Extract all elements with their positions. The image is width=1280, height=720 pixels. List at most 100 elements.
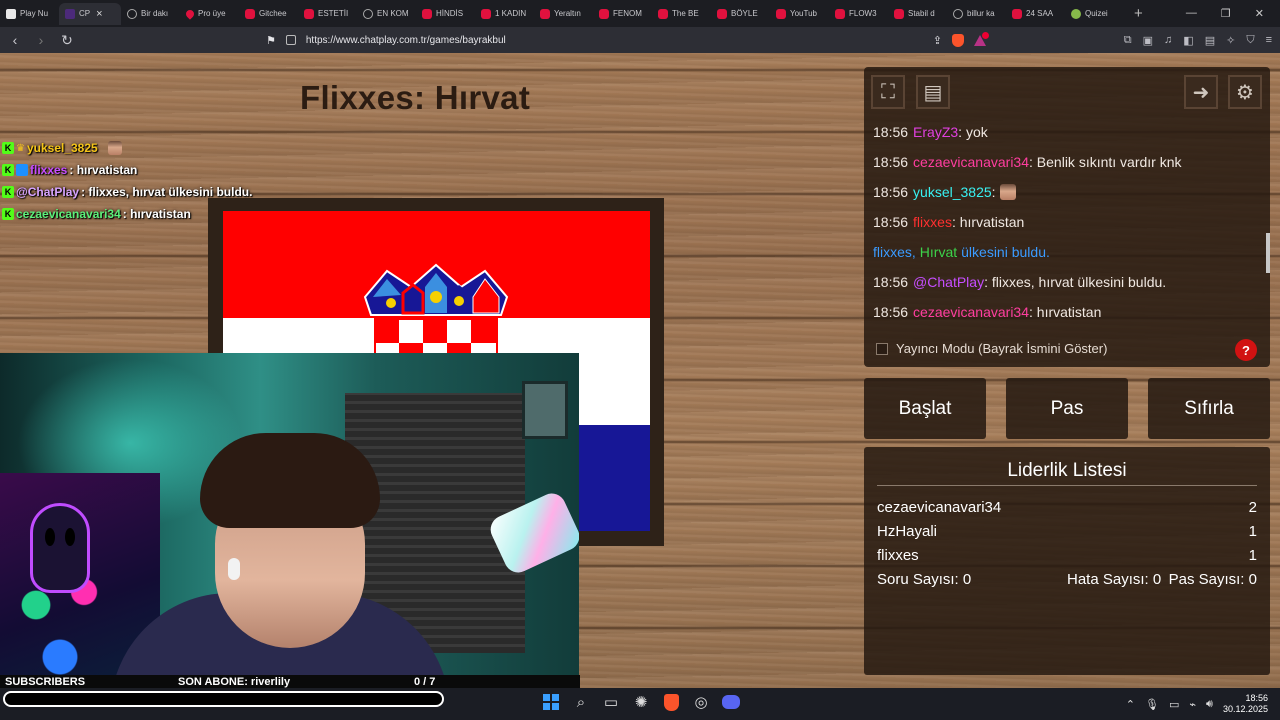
browser-tab[interactable]: ESTETİI — [298, 3, 357, 25]
help-button[interactable]: ? — [1235, 339, 1257, 361]
yt-favicon-icon — [304, 8, 314, 19]
tab-label: The BE — [672, 9, 699, 18]
wallet-icon[interactable]: ▤ — [1205, 34, 1215, 47]
tab-label: FLOW3 — [849, 9, 877, 18]
pin-favicon-icon — [184, 7, 196, 20]
close-tab-icon[interactable]: × — [96, 8, 102, 20]
tab-label: Stabil d — [908, 9, 935, 18]
browser-tab[interactable]: BÖYLE — [711, 3, 770, 25]
yt-favicon-icon — [245, 8, 255, 19]
tab-label: Pro üye — [198, 9, 226, 18]
message-time: 18:56 — [873, 274, 909, 290]
bookmark-icon[interactable]: ⚑ — [266, 34, 276, 47]
brave-rewards-icon[interactable] — [974, 31, 989, 46]
browser-tab[interactable]: Pro üye — [180, 3, 239, 25]
system-clock[interactable]: 18:56 30.12.2025 — [1223, 693, 1268, 715]
url-text[interactable]: https://www.chatplay.com.tr/games/bayrak… — [306, 35, 506, 46]
tab-label: Gitchee — [259, 9, 287, 18]
chat-username[interactable]: yuksel_3825 — [913, 184, 992, 200]
new-tab-button[interactable]: + — [1124, 5, 1153, 22]
pass-button[interactable]: Pas — [1006, 378, 1128, 439]
chat-message: 18:56 ErayZ3: yok — [873, 117, 1263, 147]
microphone-icon[interactable]: 🎙︎ — [1145, 698, 1159, 711]
browser-tab[interactable]: Quizei — [1065, 3, 1124, 25]
browser-tab[interactable]: EN KOM — [357, 3, 416, 25]
streamer-mode-checkbox[interactable] — [876, 342, 888, 355]
browser-tab[interactable]: 1 KADIN — [475, 3, 534, 25]
chatgpt-icon[interactable]: ✺ — [631, 692, 651, 712]
url-field[interactable]: ⚑ https://www.chatplay.com.tr/games/bayr… — [266, 29, 989, 51]
browser-tab[interactable]: billur ka — [947, 3, 1006, 25]
screenshot-icon[interactable]: ▣ — [1143, 34, 1153, 47]
notes-icon[interactable]: ▤ — [916, 75, 950, 109]
browser-tab[interactable]: FLOW3 — [829, 3, 888, 25]
tab-label: BÖYLE — [731, 9, 758, 18]
wall-frame — [522, 381, 568, 439]
overlay-chat-line: Kflixxes: hırvatistan — [2, 159, 252, 181]
kick-badge-icon: K — [2, 164, 14, 176]
display-icon[interactable]: ▭ — [1169, 698, 1179, 711]
reset-button[interactable]: Sıfırla — [1148, 378, 1270, 439]
chat-message: 18:56 @ChatPlay: flixxes, hırvat ülkesini… — [873, 267, 1263, 297]
brave-browser-icon[interactable] — [661, 692, 681, 712]
browser-tab[interactable]: HİNDİS — [416, 3, 475, 25]
brave-shields-icon[interactable] — [952, 33, 964, 47]
reload-icon[interactable]: ↻ — [60, 32, 74, 49]
media-icon[interactable]: ♫ — [1164, 34, 1172, 47]
message-text: : hırvatistan — [951, 214, 1025, 230]
message-time: 18:56 — [873, 124, 909, 140]
close-icon[interactable]: ✕ — [1255, 7, 1264, 20]
crown-icon: ♛ — [16, 142, 25, 154]
browser-tab[interactable]: YouTub — [770, 3, 829, 25]
tab-label: HİNDİS — [436, 9, 464, 18]
start-button[interactable]: Başlat — [864, 378, 986, 439]
network-icon[interactable]: ⌁ — [1189, 698, 1196, 711]
discord-icon[interactable] — [721, 692, 741, 712]
vpn-icon[interactable]: ⛉ — [1246, 34, 1254, 47]
chat-username[interactable]: cezaevicanavari34 — [913, 154, 1029, 170]
back-icon[interactable]: ‹ — [8, 32, 22, 48]
forward-icon[interactable]: › — [34, 32, 48, 48]
overlay-username: @ChatPlay — [16, 185, 80, 199]
browser-tab[interactable]: Bir dakı — [121, 3, 180, 25]
sidebar-icon[interactable]: ◧ — [1183, 34, 1193, 47]
browser-tab[interactable]: The BE — [652, 3, 711, 25]
exit-icon[interactable]: ➜ — [1184, 75, 1218, 109]
browser-tab[interactable]: CP × — [59, 2, 121, 25]
browser-tab[interactable]: Play Nu — [0, 3, 59, 25]
browser-tab[interactable]: Yeraltın — [534, 3, 593, 25]
share-icon[interactable]: ⇪ — [933, 34, 942, 47]
browser-tab[interactable]: Stabil d — [888, 3, 947, 25]
obs-icon[interactable]: ◎ — [691, 692, 711, 712]
browser-tab[interactable]: FENOM — [593, 3, 652, 25]
ghost-eye — [65, 528, 75, 546]
fullscreen-icon[interactable]: ⛶ — [871, 75, 905, 109]
windows-start-icon[interactable] — [541, 692, 561, 712]
rewards-badge — [982, 31, 989, 39]
chat-username[interactable]: ErayZ3 — [913, 124, 958, 140]
leo-icon[interactable]: ✧ — [1226, 34, 1235, 47]
list-item: HzHayali 1 — [877, 519, 1257, 543]
chat-username[interactable]: @ChatPlay — [913, 274, 984, 290]
gear-icon[interactable]: ⚙ — [1228, 75, 1262, 109]
task-view-icon[interactable]: ▭ — [601, 692, 621, 712]
maximize-icon[interactable]: ❐ — [1221, 7, 1231, 20]
menu-icon[interactable]: ≡ — [1266, 34, 1272, 47]
chevron-up-icon[interactable]: ⌃ — [1126, 698, 1135, 711]
tab-label: Play Nu — [20, 9, 49, 18]
chat-username[interactable]: cezaevicanavari34 — [913, 304, 1029, 320]
browser-tab[interactable]: 24 SAA — [1006, 3, 1065, 25]
site-info-icon[interactable] — [285, 35, 296, 45]
extensions-icon[interactable]: ⧉ — [1124, 34, 1132, 47]
pass-count-value: 0 — [1248, 570, 1257, 588]
volume-icon[interactable]: 🔊︎ — [1206, 698, 1213, 711]
minimize-icon[interactable]: — — [1186, 7, 1197, 20]
kick-badge-icon: K — [2, 142, 14, 154]
search-icon[interactable]: ⌕ — [571, 692, 591, 712]
chat-username[interactable]: flixxes — [913, 214, 952, 230]
leaderboard: Liderlik Listesi cezaevicanavari34 2 HzH… — [864, 447, 1270, 675]
message-time: 18:56 — [873, 184, 909, 200]
streamer-mode-toggle[interactable]: Yayıncı Modu (Bayrak İsmini Göster) — [876, 341, 1107, 356]
browser-tab[interactable]: Gitchee — [239, 3, 298, 25]
chat-scrollbar[interactable] — [1266, 233, 1270, 273]
